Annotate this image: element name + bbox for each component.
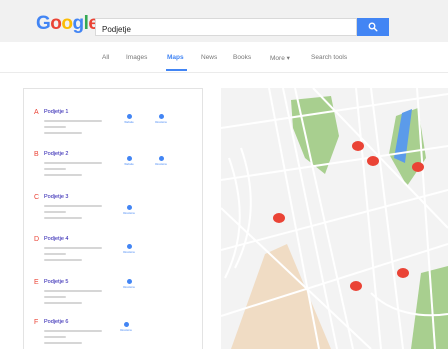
result-detail-line xyxy=(44,205,102,207)
tab-search-tools[interactable]: Search tools xyxy=(311,54,347,61)
search-box[interactable] xyxy=(95,18,358,38)
directions-button[interactable]: Directions xyxy=(118,205,140,215)
result-detail-line xyxy=(44,290,102,292)
result-item[interactable]: E Podjetje 5 Directions xyxy=(24,279,202,319)
result-detail-line xyxy=(44,296,66,298)
result-marker: C xyxy=(34,194,40,201)
result-detail-line xyxy=(44,132,82,134)
search-icon xyxy=(368,22,378,32)
results-panel: A Podjetje 1 Website Directions B Podjet… xyxy=(23,88,203,349)
header-bar: Google xyxy=(0,0,448,42)
result-title[interactable]: Podjetje 3 xyxy=(44,194,68,200)
directions-icon xyxy=(158,156,164,161)
result-marker: F xyxy=(34,319,39,326)
result-title[interactable]: Podjetje 6 xyxy=(44,319,68,325)
result-item[interactable]: C Podjetje 3 Directions xyxy=(24,194,202,234)
result-detail-line xyxy=(44,342,82,344)
tab-images[interactable]: Images xyxy=(126,54,147,61)
result-detail-line xyxy=(44,168,66,170)
result-detail-line xyxy=(44,302,82,304)
map-pin[interactable] xyxy=(352,141,364,151)
directions-icon xyxy=(123,322,129,327)
map-pin[interactable] xyxy=(273,213,285,223)
tab-maps[interactable]: Maps xyxy=(167,54,184,61)
google-logo[interactable]: Google xyxy=(36,13,99,35)
result-item[interactable]: A Podjetje 1 Website Directions xyxy=(24,109,202,149)
result-marker: E xyxy=(34,279,39,286)
result-marker: A xyxy=(34,109,39,116)
directions-button[interactable]: Directions xyxy=(115,322,137,332)
directions-button[interactable]: Directions xyxy=(118,244,140,254)
map-pin[interactable] xyxy=(350,281,362,291)
tab-all[interactable]: All xyxy=(102,54,109,61)
directions-button[interactable]: Directions xyxy=(118,279,140,289)
result-detail-line xyxy=(44,120,102,122)
website-button[interactable]: Website xyxy=(118,114,140,124)
result-title[interactable]: Podjetje 4 xyxy=(44,236,68,242)
result-detail-line xyxy=(44,174,82,176)
map-view[interactable] xyxy=(221,88,448,349)
map-canvas xyxy=(221,88,448,349)
result-detail-line xyxy=(44,211,66,213)
result-detail-line xyxy=(44,253,66,255)
result-item[interactable]: D Podjetje 4 Directions xyxy=(24,236,202,276)
globe-icon xyxy=(126,156,132,161)
tab-news[interactable]: News xyxy=(201,54,217,61)
directions-icon xyxy=(126,205,132,210)
active-tab-indicator xyxy=(166,69,187,71)
search-button[interactable] xyxy=(357,18,389,36)
map-pin[interactable] xyxy=(412,162,424,172)
result-detail-line xyxy=(44,259,82,261)
result-marker: B xyxy=(34,151,39,158)
search-input[interactable] xyxy=(96,21,358,38)
result-detail-line xyxy=(44,162,102,164)
result-detail-line xyxy=(44,247,102,249)
result-title[interactable]: Podjetje 1 xyxy=(44,109,68,115)
directions-icon xyxy=(126,244,132,249)
result-detail-line xyxy=(44,330,102,332)
result-detail-line xyxy=(44,126,66,128)
result-detail-line xyxy=(44,217,82,219)
result-item[interactable]: F Podjetje 6 Directions xyxy=(24,319,202,359)
result-marker: D xyxy=(34,236,40,243)
website-button[interactable]: Website xyxy=(118,156,140,166)
result-title[interactable]: Podjetje 5 xyxy=(44,279,68,285)
result-title[interactable]: Podjetje 2 xyxy=(44,151,68,157)
result-detail-line xyxy=(44,336,66,338)
tab-books[interactable]: Books xyxy=(233,54,251,61)
result-item[interactable]: B Podjetje 2 Website Directions xyxy=(24,151,202,191)
map-pin[interactable] xyxy=(367,156,379,166)
globe-icon xyxy=(126,114,132,119)
directions-icon xyxy=(158,114,164,119)
tab-more[interactable]: More ▾ xyxy=(270,54,290,62)
directions-button[interactable]: Directions xyxy=(150,156,172,166)
directions-button[interactable]: Directions xyxy=(150,114,172,124)
search-tabs: All Images Maps News Books More ▾ Search… xyxy=(0,42,448,73)
directions-icon xyxy=(126,279,132,284)
map-pin[interactable] xyxy=(397,268,409,278)
